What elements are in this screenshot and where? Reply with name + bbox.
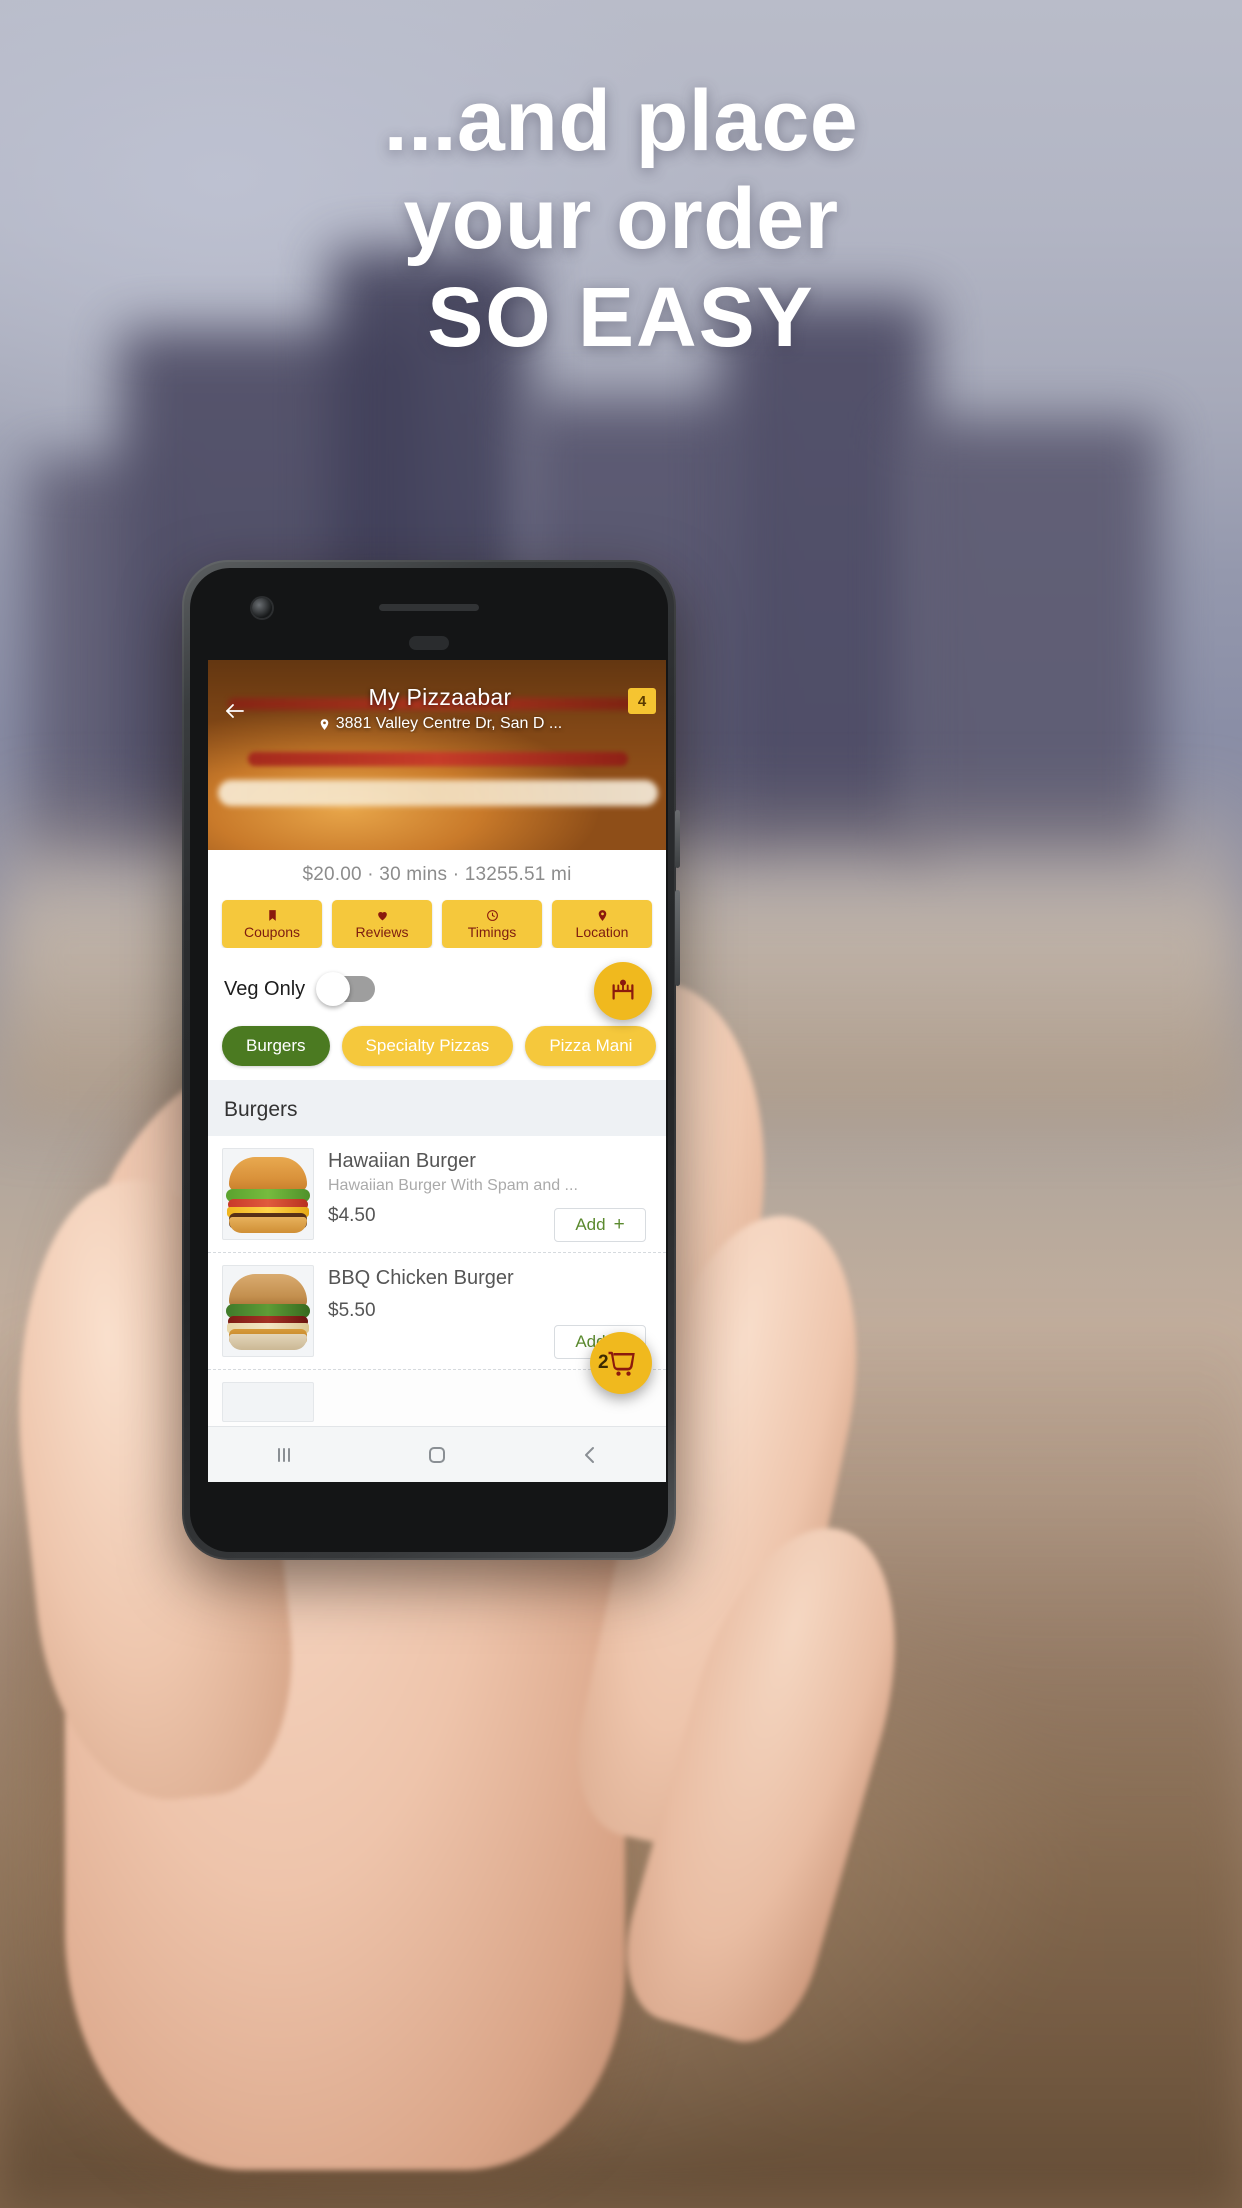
promo-headline: ...and place your order SO EASY — [0, 73, 1242, 365]
restaurant-meta: $20.00 · 30 mins · 13255.51 mi — [302, 864, 572, 885]
clock-icon — [486, 908, 499, 922]
map-pin-icon — [596, 908, 609, 922]
chip-label: Reviews — [355, 924, 409, 940]
phone-power-button[interactable] — [675, 810, 680, 868]
recents-icon[interactable] — [272, 1443, 296, 1467]
veg-only-label: Veg Only — [224, 977, 306, 1000]
menu-item-row[interactable]: Hawaiian Burger Hawaiian Burger With Spa… — [208, 1136, 666, 1253]
phone-mockup: My Pizzaabar 3881 Valley Centre Dr, San … — [182, 560, 680, 1560]
home-icon[interactable] — [425, 1443, 449, 1467]
restaurant-hero-image: My Pizzaabar 3881 Valley Centre Dr, San … — [208, 660, 666, 850]
chip-label: Timings — [467, 924, 517, 940]
heart-icon — [376, 908, 389, 922]
proximity-sensor — [409, 636, 449, 650]
category-tab-row[interactable]: Burgers Specialty Pizzas Pizza Mani — [208, 1020, 666, 1080]
chip-label: Coupons — [243, 924, 301, 940]
cart-item-count: 2 — [598, 1352, 609, 1373]
chip-label: Location — [575, 924, 629, 940]
plus-icon: + — [613, 1214, 625, 1235]
headline-line-1: ...and place — [383, 73, 859, 169]
bbq-chicken-burger-thumbnail — [222, 1265, 314, 1357]
add-to-cart-button[interactable]: Add + — [554, 1208, 646, 1242]
food-filter-icon — [612, 979, 634, 1000]
phone-chin — [190, 1474, 668, 1552]
shopping-cart-icon — [608, 1351, 635, 1376]
hero-detail — [218, 780, 658, 806]
chip-location[interactable]: Location — [552, 900, 652, 948]
promo-screenshot: ...and place your order SO EASY My Pizza… — [0, 0, 1242, 2208]
header-cart-badge[interactable]: 4 — [628, 688, 656, 714]
category-tab-specialty-pizzas[interactable]: Specialty Pizzas — [341, 1026, 514, 1066]
category-tab-pizza-mani[interactable]: Pizza Mani — [525, 1026, 657, 1066]
menu-item-body: Hawaiian Burger Hawaiian Burger With Spa… — [328, 1148, 652, 1242]
arrow-left-icon — [226, 704, 244, 718]
skyline-building — [720, 300, 930, 860]
toggle-knob — [316, 972, 351, 1006]
food-filter-fab[interactable] — [594, 962, 652, 1020]
restaurant-address-row[interactable]: 3881 Valley Centre Dr, San D ... — [252, 715, 628, 733]
chip-coupons[interactable]: Coupons — [222, 900, 322, 948]
veg-filter-row: Veg Only — [208, 960, 666, 1020]
add-label: Add — [575, 1215, 606, 1234]
menu-item-name: Hawaiian Burger — [328, 1150, 476, 1172]
earpiece-speaker — [379, 604, 479, 611]
menu-section-title: Burgers — [208, 1080, 666, 1136]
restaurant-info-section: $20.00 · 30 mins · 13255.51 mi Coupons R… — [208, 850, 666, 960]
menu-item-name: BBQ Chicken Burger — [328, 1267, 514, 1289]
headline-line-2: your order — [403, 170, 839, 267]
map-pin-icon — [320, 718, 329, 730]
front-camera-icon — [252, 598, 272, 618]
veg-only-toggle[interactable] — [316, 972, 376, 1006]
action-chip-row: Coupons Reviews Timings Location — [208, 886, 666, 948]
headline-line-3: SO EASY — [427, 270, 815, 365]
menu-item-thumbnail — [222, 1382, 314, 1422]
chip-reviews[interactable]: Reviews — [332, 900, 432, 948]
menu-list[interactable]: Burgers Hawaiian Burger Hawaiian Burger … — [208, 1080, 666, 1426]
phone-bezel: My Pizzaabar 3881 Valley Centre Dr, San … — [190, 568, 668, 1552]
header-titles: My Pizzaabar 3881 Valley Centre Dr, San … — [252, 678, 628, 733]
restaurant-address: 3881 Valley Centre Dr, San D ... — [335, 715, 563, 732]
chip-timings[interactable]: Timings — [442, 900, 542, 948]
app-header: My Pizzaabar 3881 Valley Centre Dr, San … — [208, 668, 666, 733]
phone-volume-button[interactable] — [675, 890, 680, 986]
hero-detail — [248, 752, 628, 766]
back-icon[interactable] — [578, 1443, 602, 1467]
app-screen: My Pizzaabar 3881 Valley Centre Dr, San … — [208, 660, 666, 1482]
restaurant-name: My Pizzaabar — [368, 684, 512, 710]
menu-item-description: Hawaiian Burger With Spam and ... — [328, 1177, 578, 1194]
bookmark-icon — [266, 908, 279, 922]
menu-item-price: $5.50 — [328, 1300, 376, 1321]
category-tab-burgers[interactable]: Burgers — [222, 1026, 330, 1066]
back-button[interactable] — [218, 694, 252, 728]
hawaiian-burger-thumbnail — [222, 1148, 314, 1240]
cart-fab[interactable]: 2 — [590, 1332, 652, 1394]
